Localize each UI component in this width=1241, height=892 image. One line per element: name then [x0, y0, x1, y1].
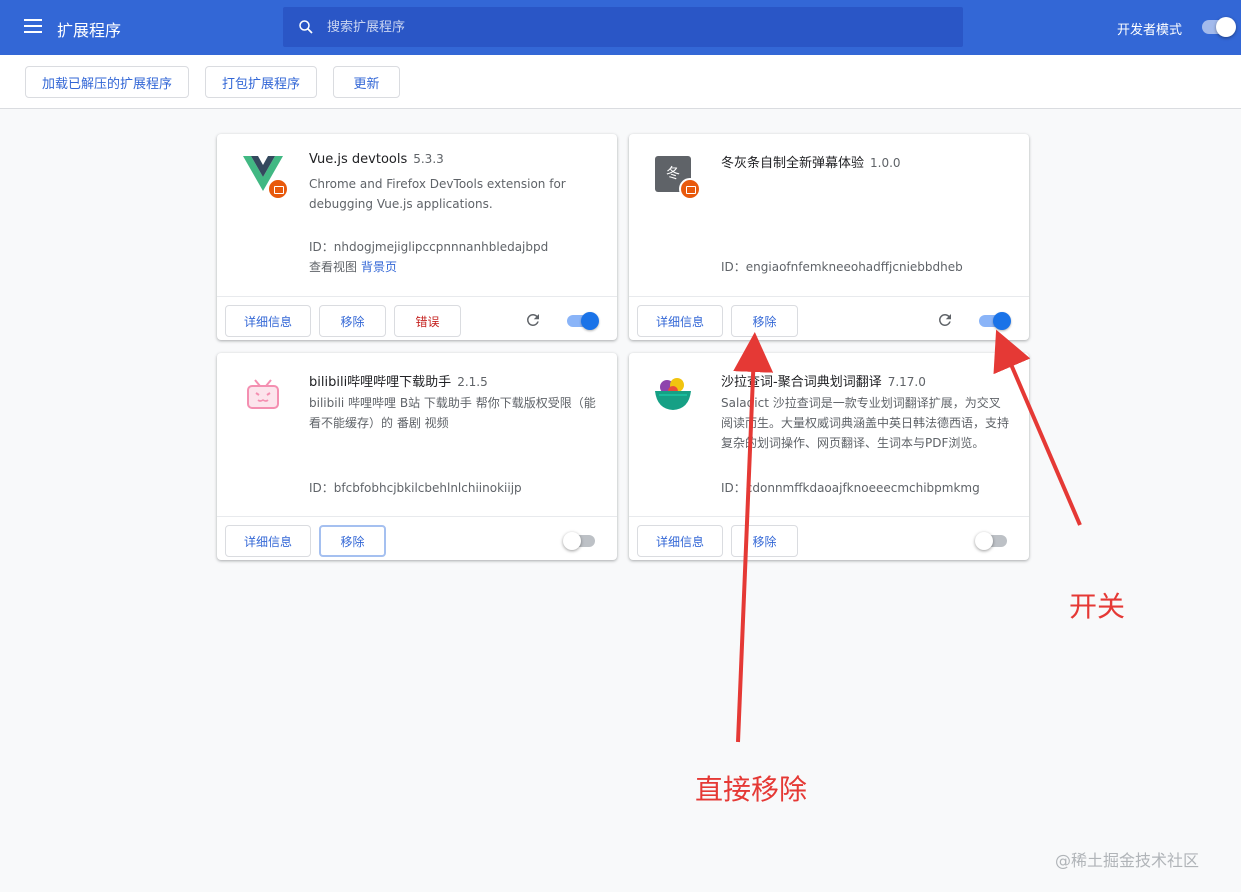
extension-name: bilibili哔哩哔哩下载助手: [309, 375, 452, 390]
remove-button[interactable]: 移除: [319, 525, 386, 557]
extension-version: 5.3.3: [413, 152, 444, 166]
search-icon: [299, 20, 313, 34]
bilibili-tv-icon: [241, 371, 291, 421]
pack-extension-button[interactable]: 打包扩展程序: [205, 66, 317, 98]
vue-logo-icon: [241, 152, 291, 202]
enable-toggle[interactable]: [567, 312, 599, 330]
remove-button[interactable]: 移除: [319, 305, 386, 337]
extension-card-vue-devtools: Vue.js devtools 5.3.3 Chrome and Firefox …: [217, 134, 617, 340]
dev-mode-badge-icon: [267, 178, 289, 200]
extension-id: ID：bfcbfobhcjbkilcbehlnlchiinokiijp: [309, 481, 522, 495]
reload-icon[interactable]: [524, 311, 542, 329]
extension-description: Saladict 沙拉查词是一款专业划词翻译扩展，为交叉阅读而生。大量权威词典涵…: [721, 396, 1010, 450]
extension-card-bilibili: bilibili哔哩哔哩下载助手 2.1.5 bilibili 哔哩哔哩 B站 下…: [217, 353, 617, 560]
watermark: @稀土掘金技术社区: [1055, 851, 1200, 870]
remove-button[interactable]: 移除: [731, 305, 798, 337]
hamburger-menu-icon[interactable]: [24, 19, 42, 33]
card-footer: 详细信息 移除: [217, 516, 617, 560]
enable-toggle[interactable]: [563, 532, 595, 550]
enable-toggle[interactable]: [979, 312, 1011, 330]
toolbar: 加载已解压的扩展程序 打包扩展程序 更新: [0, 55, 1241, 109]
extension-id: ID：nhdogjmejiglipccpnnnanhbledajbpd: [309, 240, 549, 254]
details-button[interactable]: 详细信息: [225, 305, 311, 337]
background-page-link[interactable]: 背景页: [361, 260, 397, 274]
card-footer: 详细信息 移除 错误: [217, 296, 617, 340]
errors-button[interactable]: 错误: [394, 305, 461, 337]
extension-id: ID：engiaofnfemkneeohadffjcniebbdheb: [721, 260, 963, 274]
details-button[interactable]: 详细信息: [225, 525, 311, 557]
load-unpacked-button[interactable]: 加载已解压的扩展程序: [25, 66, 189, 98]
extension-version: 1.0.0: [870, 156, 901, 170]
remove-annotation: 直接移除: [695, 773, 808, 806]
card-footer: 详细信息 移除: [629, 296, 1029, 340]
reload-icon[interactable]: [936, 311, 954, 329]
switch-annotation: 开关: [1069, 590, 1126, 623]
extension-card-donghuitiao: 冬 冬灰条自制全新弹幕体验 1.0.0 ID：engiaofnfemkneeoha…: [629, 134, 1029, 340]
extension-card-saladict: 沙拉查词-聚合词典划词翻译 7.17.0 Saladict 沙拉查词是一款专业划词…: [629, 353, 1029, 560]
dev-mode-badge-icon: [679, 178, 701, 200]
extension-name: 沙拉查词-聚合词典划词翻译: [721, 375, 882, 390]
enable-toggle[interactable]: [975, 532, 1007, 550]
extension-version: 7.17.0: [887, 375, 926, 389]
views-label: 查看视图: [309, 260, 358, 274]
search-input[interactable]: [327, 7, 947, 47]
search-box[interactable]: [283, 7, 963, 47]
card-footer: 详细信息 移除: [629, 516, 1029, 560]
extension-description: bilibili 哔哩哔哩 B站 下载助手 帮你下载版权受限（能看不能缓存）的 …: [309, 396, 596, 430]
annotation-arrows: [733, 329, 1082, 743]
top-bar: 扩展程序 开发者模式: [0, 0, 1241, 55]
update-button[interactable]: 更新: [333, 66, 400, 98]
remove-button[interactable]: 移除: [731, 525, 798, 557]
extension-version: 2.1.5: [457, 375, 488, 389]
dev-mode-toggle[interactable]: [1202, 17, 1236, 37]
donghuitiao-logo-icon: 冬: [653, 152, 703, 202]
details-button[interactable]: 详细信息: [637, 525, 723, 557]
saladict-bowl-icon: [653, 371, 703, 421]
page-title: 扩展程序: [57, 21, 122, 40]
extension-name: Vue.js devtools: [309, 152, 408, 167]
extension-description: Chrome and Firefox DevTools extension fo…: [309, 177, 566, 211]
extension-id: ID：cdonnmffkdaoajfknoeeecmchibpmkmg: [721, 481, 980, 495]
details-button[interactable]: 详细信息: [637, 305, 723, 337]
dev-mode-label: 开发者模式: [1117, 23, 1183, 38]
extension-name: 冬灰条自制全新弹幕体验: [721, 156, 865, 171]
